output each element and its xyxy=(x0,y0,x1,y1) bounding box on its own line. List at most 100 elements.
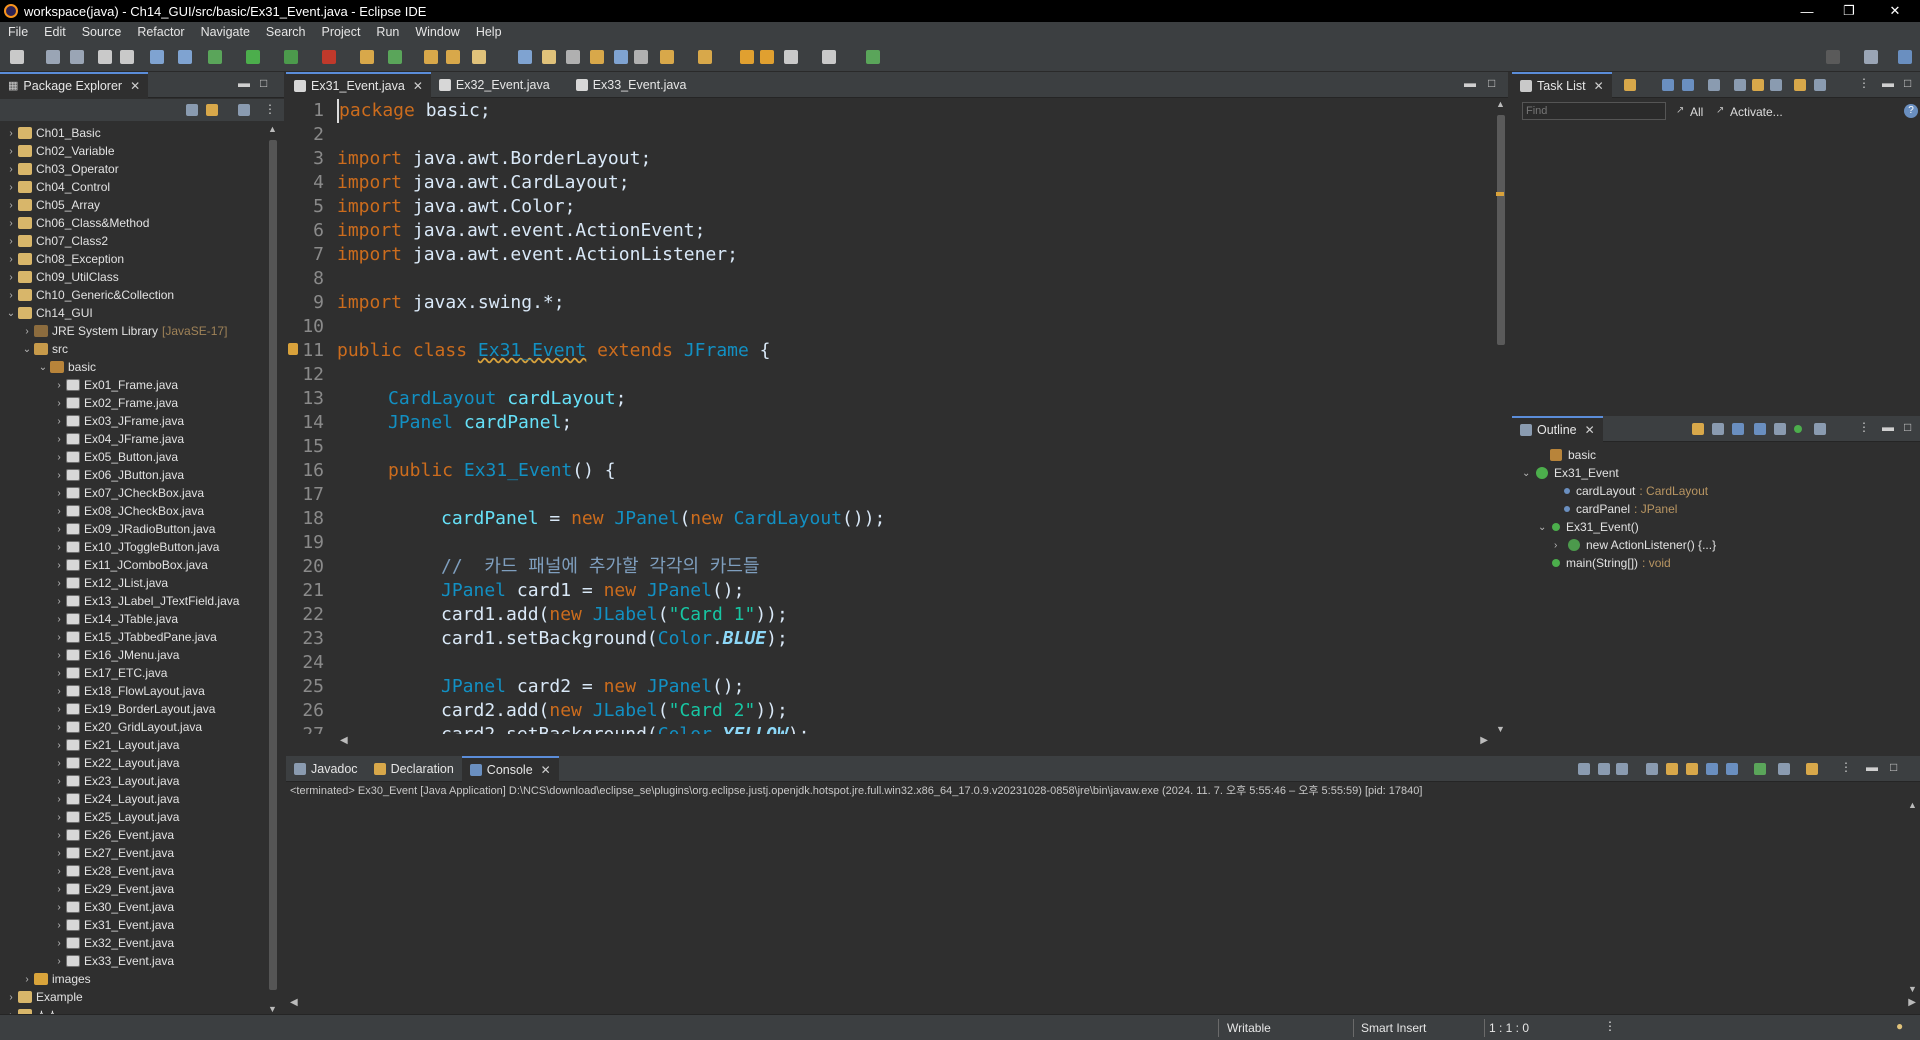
new-class-icon[interactable] xyxy=(424,50,438,64)
minimize-button[interactable]: — xyxy=(1784,0,1830,22)
open-console-icon[interactable] xyxy=(1806,763,1818,775)
java-file-item[interactable]: › Ex17_ETC.java xyxy=(0,664,266,682)
chevron-right-icon[interactable]: › xyxy=(54,722,64,733)
minimize-view-icon[interactable]: ▬ xyxy=(1464,76,1476,90)
sync-icon[interactable] xyxy=(1794,79,1806,91)
source-folder-item[interactable]: ⌄ src xyxy=(0,340,266,358)
close-window-button[interactable]: ✕ xyxy=(1872,0,1918,22)
chevron-right-icon[interactable]: › xyxy=(54,578,64,589)
search-tool-icon[interactable] xyxy=(472,50,486,64)
chevron-right-icon[interactable]: › xyxy=(54,830,64,841)
view-menu-icon[interactable]: ⋮ xyxy=(1840,760,1852,774)
chevron-right-icon[interactable]: › xyxy=(1554,540,1568,551)
pin-console-icon[interactable] xyxy=(1754,763,1766,775)
coverage-icon[interactable] xyxy=(284,50,298,64)
chevron-right-icon[interactable]: › xyxy=(22,326,32,337)
console-vertical-scrollbar[interactable]: ▲ ▼ xyxy=(1906,800,1920,994)
package-explorer-scrollbar[interactable]: ▲ ▼ xyxy=(266,124,280,1014)
toggle-mark-icon[interactable] xyxy=(518,50,532,64)
java-file-item[interactable]: › Ex19_BorderLayout.java xyxy=(0,700,266,718)
hide-static-icon[interactable] xyxy=(1754,423,1766,435)
collapse-all-icon[interactable] xyxy=(1770,79,1782,91)
chevron-right-icon[interactable]: › xyxy=(6,254,16,265)
menu-project[interactable]: Project xyxy=(314,25,369,39)
java-file-item[interactable]: › Ex27_Event.java xyxy=(0,844,266,862)
maximize-view-icon[interactable]: □ xyxy=(1890,760,1897,774)
next-annotation-icon[interactable] xyxy=(660,50,674,64)
scroll-lock-icon[interactable] xyxy=(1666,763,1678,775)
notification-icon[interactable]: ● xyxy=(1896,1019,1903,1033)
chevron-right-icon[interactable]: › xyxy=(6,182,16,193)
project-item[interactable]: › Ch01_Basic xyxy=(0,124,266,142)
tab-task-list[interactable]: Task List ✕ xyxy=(1512,71,1612,98)
java-file-item[interactable]: › Ex33_Event.java xyxy=(0,952,266,970)
package-item[interactable]: ⌄ basic xyxy=(0,358,266,376)
tab-outline[interactable]: Outline ✕ xyxy=(1512,415,1603,442)
chevron-right-icon[interactable]: › xyxy=(54,794,64,805)
whitespace-icon[interactable] xyxy=(614,50,628,64)
maximize-view-icon[interactable]: □ xyxy=(260,76,267,90)
new-java-project-icon[interactable] xyxy=(360,50,374,64)
remove-launch-icon[interactable] xyxy=(1598,763,1610,775)
outline-method[interactable]: main(String[]): void xyxy=(1518,554,1920,572)
chevron-right-icon[interactable]: › xyxy=(6,290,16,301)
minimize-view-icon[interactable]: ▬ xyxy=(1882,76,1894,90)
view-menu-icon[interactable]: ⋮ xyxy=(264,102,276,116)
java-file-item[interactable]: › Ex22_Layout.java xyxy=(0,754,266,772)
project-item[interactable]: ⌄ Ch14_GUI xyxy=(0,304,266,322)
chevron-right-icon[interactable]: › xyxy=(54,884,64,895)
java-file-item[interactable]: › Ex12_JList.java xyxy=(0,574,266,592)
undo-icon[interactable] xyxy=(98,50,112,64)
menu-window[interactable]: Window xyxy=(407,25,467,39)
view-menu-icon[interactable]: ⋮ xyxy=(1858,420,1870,434)
show-ui-icon[interactable] xyxy=(1814,79,1826,91)
java-file-item[interactable]: › Ex05_Button.java xyxy=(0,448,266,466)
chevron-right-icon[interactable]: › xyxy=(54,812,64,823)
chevron-right-icon[interactable]: › xyxy=(54,398,64,409)
focus-icon[interactable] xyxy=(1752,79,1764,91)
outline-constructor[interactable]: ⌄ Ex31_Event() xyxy=(1518,518,1920,536)
java-file-item[interactable]: › Ex28_Event.java xyxy=(0,862,266,880)
java-file-item[interactable]: › Ex10_JToggleButton.java xyxy=(0,538,266,556)
jre-library-item[interactable]: › JRE System Library [JavaSE-17] xyxy=(0,322,266,340)
chevron-down-icon[interactable]: ⌄ xyxy=(22,344,32,355)
next-edit-icon[interactable] xyxy=(760,50,774,64)
maximize-view-icon[interactable]: □ xyxy=(1904,76,1911,90)
run-icon[interactable] xyxy=(246,50,260,64)
filter-icon[interactable] xyxy=(1708,79,1720,91)
chevron-right-icon[interactable]: › xyxy=(54,902,64,913)
tab-package-explorer[interactable]: ▦ Package Explorer ✕ xyxy=(0,71,149,98)
menu-file[interactable]: File xyxy=(0,25,36,39)
chevron-right-icon[interactable]: › xyxy=(54,704,64,715)
terminal-icon[interactable] xyxy=(150,50,164,64)
chevron-right-icon[interactable]: › xyxy=(6,272,16,283)
chevron-right-icon[interactable]: › xyxy=(54,488,64,499)
chevron-down-icon[interactable]: ⌄ xyxy=(6,308,16,319)
warning-marker-icon[interactable] xyxy=(288,343,298,355)
editor-horizontal-scrollbar[interactable]: ◀ ▶ xyxy=(338,734,1490,750)
console-horizontal-scrollbar[interactable]: ◀ ▶ xyxy=(286,996,1920,1012)
java-file-item[interactable]: › Ex30_Event.java xyxy=(0,898,266,916)
project-item[interactable]: › Ch03_Operator xyxy=(0,160,266,178)
open-perspective-icon[interactable] xyxy=(1864,50,1878,64)
chevron-right-icon[interactable]: › xyxy=(22,974,32,985)
java-file-item[interactable]: › Ex32_Event.java xyxy=(0,934,266,952)
java-file-item[interactable]: › Ex06_JButton.java xyxy=(0,466,266,484)
chevron-right-icon[interactable]: › xyxy=(54,866,64,877)
outline-package[interactable]: basic xyxy=(1518,446,1920,464)
java-perspective-icon[interactable] xyxy=(1898,50,1912,64)
outline-field[interactable]: cardPanel: JPanel xyxy=(1518,500,1920,518)
word-wrap-icon[interactable] xyxy=(590,50,604,64)
menu-refactor[interactable]: Refactor xyxy=(129,25,192,39)
categorized-icon[interactable] xyxy=(1662,79,1674,91)
filter-icon[interactable] xyxy=(238,104,250,116)
display-console-icon[interactable] xyxy=(1778,763,1790,775)
chevron-right-icon[interactable]: › xyxy=(6,200,16,211)
menu-source[interactable]: Source xyxy=(74,25,130,39)
menu-run[interactable]: Run xyxy=(368,25,407,39)
minimize-view-icon[interactable]: ▬ xyxy=(1866,760,1878,774)
java-file-item[interactable]: › Ex20_GridLayout.java xyxy=(0,718,266,736)
chevron-right-icon[interactable]: › xyxy=(54,470,64,481)
scheduled-icon[interactable] xyxy=(1682,79,1694,91)
chevron-right-icon[interactable]: › xyxy=(54,758,64,769)
